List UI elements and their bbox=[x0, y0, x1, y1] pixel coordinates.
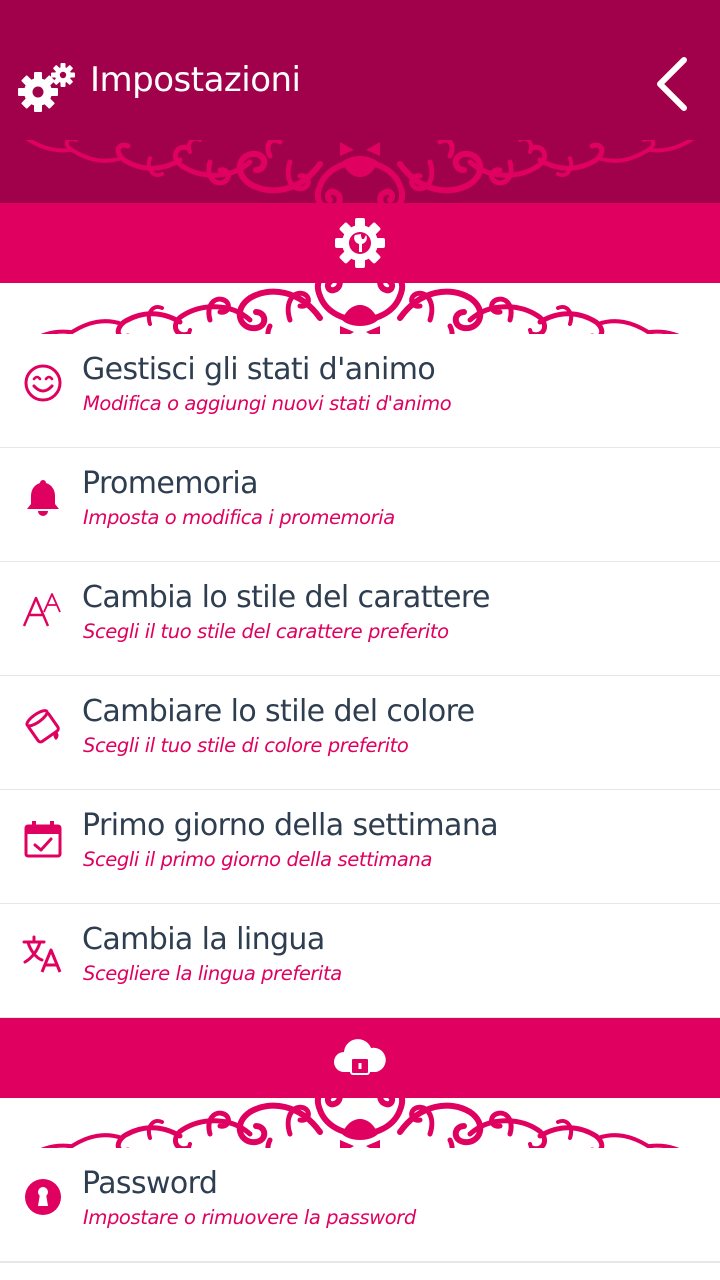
settings-item-subtitle: Scegli il tuo stile di colore preferito bbox=[83, 734, 409, 757]
settings-item-title: Cambiare lo stile del colore bbox=[82, 694, 475, 729]
calendar-check-icon bbox=[24, 821, 62, 858]
settings-item-subtitle: Scegli il primo giorno della settimana bbox=[83, 848, 432, 871]
gears-icon bbox=[18, 63, 75, 112]
settings-item-subtitle: Scegliere la lingua preferita bbox=[83, 962, 342, 985]
settings-item-title: Promemoria bbox=[82, 466, 259, 501]
settings-item-moods[interactable]: Gestisci gli stati d'animo Modifica o ag… bbox=[0, 334, 720, 449]
settings-item-title: Password bbox=[82, 1166, 218, 1201]
bell-icon bbox=[27, 480, 59, 516]
settings-item-color-style[interactable]: Cambiare lo stile del colore Scegli il t… bbox=[0, 676, 720, 791]
section-header-general bbox=[0, 203, 720, 283]
settings-item-subtitle: Modifica o aggiungi nuovi stati d'animo bbox=[83, 392, 452, 415]
settings-item-reminders[interactable]: Promemoria Imposta o modifica i promemor… bbox=[0, 448, 720, 563]
settings-item-title: Primo giorno della settimana bbox=[82, 808, 499, 843]
settings-item-subtitle: Impostare o rimuovere la password bbox=[83, 1206, 416, 1229]
settings-item-language[interactable]: Cambia la lingua Scegliere la lingua pre… bbox=[0, 904, 720, 1019]
gear-wrench-icon bbox=[335, 218, 385, 268]
settings-item-title: Cambia lo stile del carattere bbox=[82, 580, 490, 615]
settings-item-title: Gestisci gli stati d'animo bbox=[82, 352, 436, 387]
cloud-lock-icon bbox=[334, 1039, 386, 1075]
settings-item-title: Cambia la lingua bbox=[82, 922, 325, 957]
settings-item-subtitle: Imposta o modifica i promemoria bbox=[83, 506, 395, 529]
paint-bucket-icon bbox=[25, 709, 60, 744]
smiley-icon bbox=[24, 364, 62, 402]
page-title: Impostazioni bbox=[90, 60, 301, 100]
font-style-icon bbox=[22, 593, 61, 627]
translate-icon bbox=[22, 935, 62, 973]
section-header-security bbox=[0, 1018, 720, 1098]
settings-item-first-day[interactable]: Primo giorno della settimana Scegli il p… bbox=[0, 790, 720, 905]
ornament-top bbox=[0, 140, 720, 206]
settings-item-font-style[interactable]: Cambia lo stile del carattere Scegli il … bbox=[0, 562, 720, 677]
settings-item-password[interactable]: Password Impostare o rimuovere la passwo… bbox=[0, 1148, 720, 1263]
keyhole-icon bbox=[25, 1179, 61, 1215]
back-button[interactable] bbox=[648, 52, 698, 116]
settings-item-subtitle: Scegli il tuo stile del carattere prefer… bbox=[83, 620, 449, 643]
